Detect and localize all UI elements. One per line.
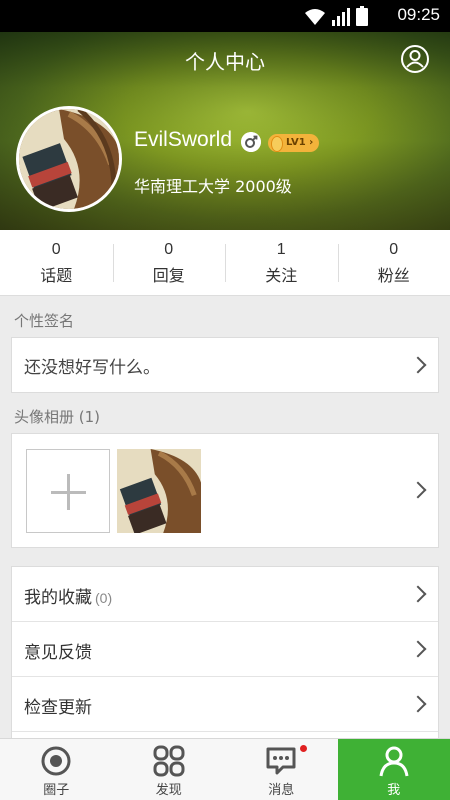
favorites-count: (0) [95,590,113,606]
status-icons [304,6,368,26]
level-badge: LV1 › [268,134,320,152]
profile-header: 个人中心 EvilSworld LV1 › 华南理工大学 2000级 [0,32,450,230]
stat-label: 关注 [265,266,298,285]
menu-item-check-update[interactable]: 检查更新 [12,677,438,732]
signal-icon [332,8,350,26]
tab-circles[interactable]: 圈子 [0,739,113,800]
stat-label: 粉丝 [377,266,410,285]
stat-label: 话题 [40,266,73,285]
page-title: 个人中心 [185,50,265,74]
stat-followers[interactable]: 0 粉丝 [337,230,450,295]
user-name: EvilSworld [134,128,233,151]
male-icon [241,132,261,152]
chevron-right-icon [409,356,427,374]
stat-label: 回复 [152,266,185,285]
stat-following[interactable]: 1 关注 [225,230,338,295]
status-bar: 09:25 [0,0,450,32]
stat-topics[interactable]: 0 话题 [0,230,113,295]
stats-bar: 0 话题 0 回复 1 关注 0 粉丝 [0,230,450,296]
title-bar: 个人中心 [0,32,450,88]
avatar[interactable] [16,106,122,212]
stat-value: 0 [389,241,399,258]
bottom-tab-bar: 圈子 发现 消息 我 [0,738,450,800]
person-icon [379,746,409,777]
notification-dot [300,745,307,752]
album-photo[interactable] [117,449,201,533]
menu-item-label: 检查更新 [24,698,92,718]
stat-value: 0 [51,241,61,258]
tab-label: 发现 [155,783,182,798]
level-text: LV1 [286,137,306,148]
menu-list: 我的收藏 (0) 意见反馈 检查更新 [11,566,439,740]
tab-me[interactable]: 我 [337,739,450,800]
album-image [117,449,201,533]
stat-value: 1 [276,241,286,258]
chevron-right-icon [409,695,427,713]
album-section-label: 头像相册 (1) [14,408,101,426]
stat-value: 0 [164,241,174,258]
tab-label: 我 [387,783,401,798]
wifi-icon [305,9,325,25]
school-info: 华南理工大学 2000级 [134,177,292,196]
grid-icon [153,745,185,777]
menu-item-feedback[interactable]: 意见反馈 [12,622,438,677]
add-photo-button[interactable] [26,449,110,533]
menu-item-label: 我的收藏 (0) [24,588,113,608]
tab-messages[interactable]: 消息 [225,739,338,800]
battery-icon [356,6,368,26]
chat-bubble-icon [266,747,296,775]
tab-label: 消息 [268,783,295,798]
chevron-right-icon [409,585,427,603]
avatar-image [19,109,119,209]
album-row[interactable] [11,433,439,548]
chevron-right-icon [409,481,427,499]
signature-text: 还没想好写什么。 [24,358,160,378]
tab-label: 圈子 [43,783,70,798]
circle-target-icon [41,746,71,776]
chevron-right-icon [409,640,427,658]
menu-item-favorites[interactable]: 我的收藏 (0) [12,567,438,622]
tab-discover[interactable]: 发现 [113,739,226,800]
menu-item-label: 意见反馈 [24,643,92,663]
status-time: 09:25 [397,5,440,24]
signature-row[interactable]: 还没想好写什么。 [11,337,439,393]
signature-section-label: 个性签名 [14,312,75,330]
stat-replies[interactable]: 0 回复 [112,230,226,295]
user-circle-icon[interactable] [400,44,430,74]
